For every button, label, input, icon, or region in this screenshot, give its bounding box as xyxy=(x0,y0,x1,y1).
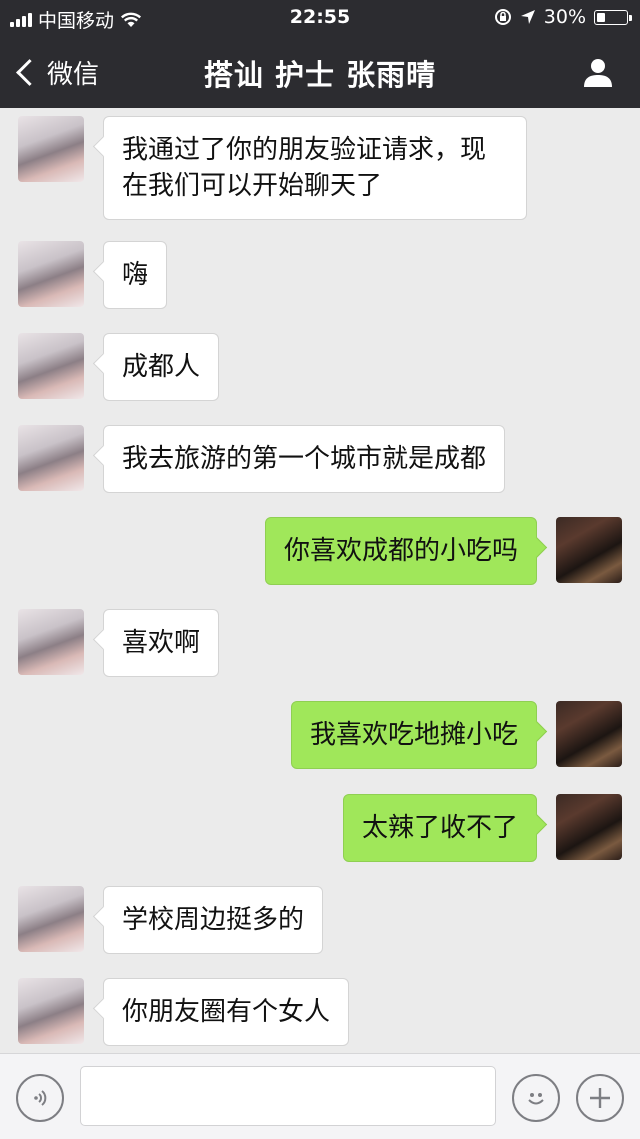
person-icon[interactable] xyxy=(582,56,614,88)
message-bubble[interactable]: 你喜欢成都的小吃吗 xyxy=(264,517,537,585)
contact-avatar[interactable] xyxy=(18,425,84,491)
my-avatar[interactable] xyxy=(556,794,622,860)
voice-icon xyxy=(34,1090,47,1106)
chat-title: 搭讪 护士 张雨晴 xyxy=(203,58,437,92)
smile-icon xyxy=(528,1093,544,1105)
nav-bar: 微信 搭讪 护士 张雨晴 xyxy=(0,36,640,108)
contact-avatar[interactable] xyxy=(18,978,84,1044)
battery-icon xyxy=(594,9,632,25)
message-list[interactable]: 我通过了你的朋友验证请求，现在我们可以开始聊天了 嗨 成都人 我去旅游的第一个城… xyxy=(0,108,640,1053)
my-avatar[interactable] xyxy=(556,517,622,583)
message-bubble[interactable]: 太辣了收不了 xyxy=(342,794,537,862)
more-options-button[interactable] xyxy=(576,1074,624,1122)
message-bubble[interactable]: 成都人 xyxy=(103,333,220,401)
input-bar xyxy=(0,1053,640,1139)
voice-toggle-button[interactable] xyxy=(16,1074,64,1122)
emoji-button[interactable] xyxy=(512,1074,560,1122)
contact-avatar[interactable] xyxy=(18,241,84,307)
my-avatar[interactable] xyxy=(556,701,622,767)
contact-avatar[interactable] xyxy=(18,333,84,399)
contact-avatar[interactable] xyxy=(18,886,84,952)
battery-percent: 30% xyxy=(543,6,586,28)
contact-avatar[interactable] xyxy=(18,609,84,675)
message-input[interactable] xyxy=(80,1066,496,1126)
status-right: 30% xyxy=(494,6,632,28)
message-bubble[interactable]: 你朋友圈有个女人 xyxy=(103,978,350,1046)
contact-avatar[interactable] xyxy=(18,116,84,182)
message-bubble[interactable]: 我喜欢吃地摊小吃 xyxy=(290,701,537,769)
location-icon xyxy=(520,10,535,24)
message-bubble[interactable]: 喜欢啊 xyxy=(103,609,220,677)
message-bubble[interactable]: 嗨 xyxy=(103,241,168,309)
rotation-lock-icon xyxy=(494,9,511,25)
message-bubble[interactable]: 我去旅游的第一个城市就是成都 xyxy=(103,425,506,493)
status-bar: 中国移动 22:55 30% xyxy=(0,0,640,36)
plus-icon xyxy=(590,1088,610,1108)
message-bubble[interactable]: 我通过了你的朋友验证请求，现在我们可以开始聊天了 xyxy=(103,116,527,220)
message-bubble[interactable]: 学校周边挺多的 xyxy=(103,886,324,954)
